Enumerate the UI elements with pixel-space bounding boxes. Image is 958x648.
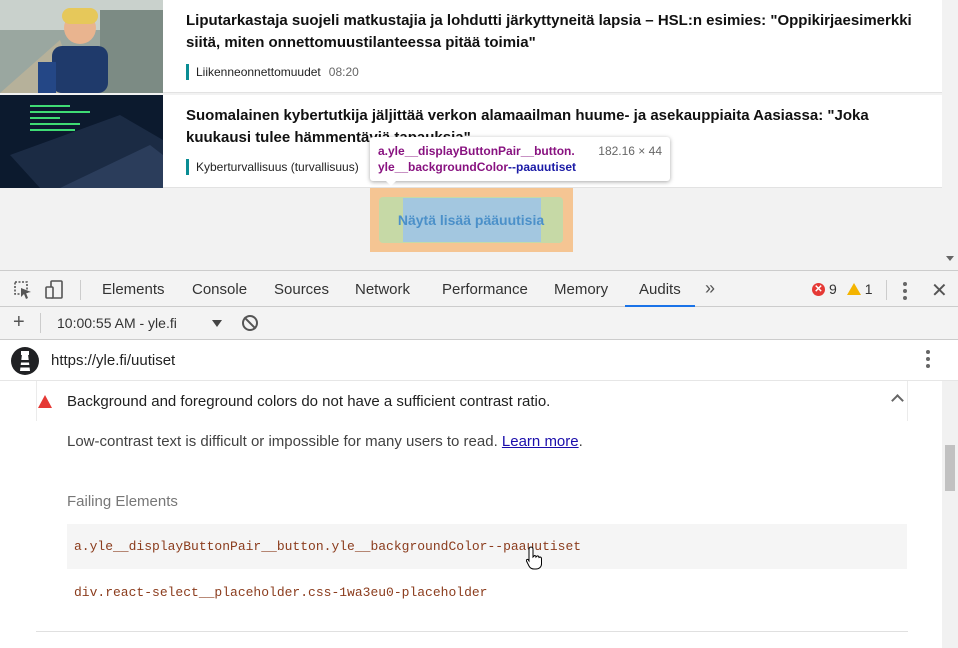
article-thumbnail[interactable] — [0, 0, 163, 93]
divider — [36, 631, 908, 632]
report-scrollbar-thumb[interactable] — [945, 445, 955, 491]
tab-elements[interactable]: Elements — [102, 271, 165, 307]
failing-node-row[interactable]: div.react-select__placeholder.css-1wa3eu… — [67, 570, 907, 615]
error-count: 9 — [829, 281, 837, 297]
audit-report: Background and foreground colors do not … — [0, 381, 958, 648]
audits-toolbar: + 10:00:55 AM - yle.fi — [0, 307, 958, 340]
audit-title[interactable]: Background and foreground colors do not … — [67, 393, 550, 410]
chevron-down-icon[interactable] — [212, 320, 222, 327]
tooltip-selector: a.yle__displayButtonPair__button. — [378, 144, 575, 158]
inspect-element-icon[interactable] — [13, 280, 33, 305]
device-toolbar-icon[interactable] — [45, 280, 65, 305]
more-tabs-icon[interactable]: » — [705, 278, 715, 299]
audit-description: Low-contrast text is difficult or imposs… — [67, 433, 583, 450]
fail-icon — [38, 395, 52, 408]
tab-performance[interactable]: Performance — [442, 271, 528, 307]
failing-elements-heading: Failing Elements — [67, 493, 178, 510]
audit-description-text: Low-contrast text is difficult or imposs… — [67, 433, 498, 450]
failing-node-row[interactable]: a.yle__displayButtonPair__button.yle__ba… — [67, 524, 907, 569]
close-devtools-icon[interactable]: ✕ — [931, 278, 948, 303]
issues-counter[interactable]: ✕ 9 1 — [812, 281, 873, 297]
category-marker — [186, 159, 189, 175]
tab-network[interactable]: Network — [355, 271, 410, 307]
inspect-tooltip: a.yle__displayButtonPair__button. yle__b… — [370, 137, 670, 181]
category-marker — [186, 64, 189, 80]
article-meta: Kyberturvallisuus (turvallisuus) — [186, 159, 367, 175]
new-audit-icon[interactable]: + — [13, 311, 25, 334]
article-category[interactable]: Liikenneonnettomuudet — [196, 65, 321, 79]
article-time: 08:20 — [328, 65, 359, 79]
report-menu-icon[interactable] — [926, 350, 930, 371]
tab-memory[interactable]: Memory — [554, 271, 608, 307]
toolbar-divider — [886, 280, 887, 300]
devtools-menu-icon[interactable] — [903, 282, 907, 303]
tooltip-dimensions: 182.16 × 44 — [598, 144, 662, 158]
article-thumbnail[interactable] — [0, 95, 163, 188]
audit-run-select[interactable]: 10:00:55 AM - yle.fi — [57, 315, 177, 331]
article-meta: Liikenneonnettomuudet 08:20 — [186, 64, 359, 80]
warning-count: 1 — [864, 281, 873, 297]
article-category[interactable]: Kyberturvallisuus (turvallisuus) — [196, 160, 359, 174]
tab-audits[interactable]: Audits — [625, 271, 695, 307]
error-icon: ✕ — [812, 282, 825, 296]
devtools-tabbar: Elements Console Sources Network Perform… — [0, 270, 958, 307]
learn-more-link[interactable]: Learn more — [502, 433, 579, 450]
report-url: https://yle.fi/uutiset — [51, 352, 176, 369]
tab-console[interactable]: Console — [192, 271, 247, 307]
article-item[interactable]: Liputarkastaja suojeli matkustajia ja lo… — [0, 0, 942, 93]
scroll-down-arrow-icon[interactable] — [946, 256, 954, 261]
tooltip-class-modifier: --paauutiset — [508, 160, 577, 174]
tooltip-class: yle__backgroundColor — [378, 160, 509, 174]
description-period: . — [578, 433, 583, 450]
hand-cursor-icon — [525, 546, 542, 570]
more-news-button[interactable]: Näytä lisää pääuutisia — [380, 198, 562, 242]
toolbar-divider — [80, 280, 81, 300]
page-viewport: Liputarkastaja suojeli matkustajia ja lo… — [0, 0, 958, 270]
lighthouse-logo-icon — [11, 347, 39, 375]
clear-audits-icon[interactable] — [242, 315, 258, 331]
tooltip-arrow — [384, 179, 398, 186]
toolbar-divider — [40, 313, 41, 333]
tooltip-selector-line2: yle__backgroundColor--paauutiset — [378, 159, 662, 175]
report-scrollbar[interactable] — [942, 381, 958, 648]
article-headline[interactable]: Liputarkastaja suojeli matkustajia ja lo… — [186, 10, 926, 54]
report-url-bar: https://yle.fi/uutiset — [0, 341, 958, 381]
warning-icon — [846, 283, 861, 295]
tab-sources[interactable]: Sources — [274, 271, 329, 307]
